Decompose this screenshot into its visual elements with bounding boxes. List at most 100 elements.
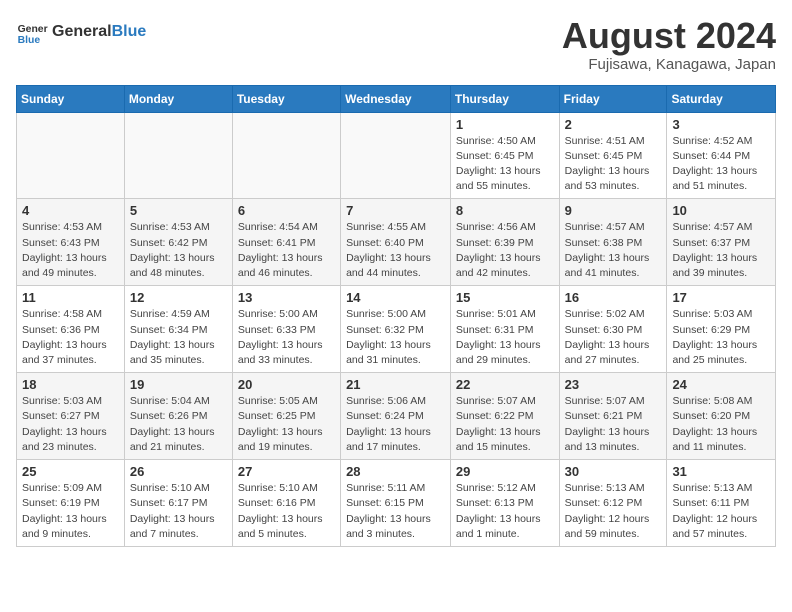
day-number: 14 xyxy=(346,290,445,305)
day-number: 11 xyxy=(22,290,119,305)
day-info: Sunrise: 4:50 AM Sunset: 6:45 PM Dayligh… xyxy=(456,134,554,195)
day-number: 6 xyxy=(238,203,335,218)
day-number: 12 xyxy=(130,290,227,305)
day-info: Sunrise: 5:08 AM Sunset: 6:20 PM Dayligh… xyxy=(672,394,770,455)
day-info: Sunrise: 5:09 AM Sunset: 6:19 PM Dayligh… xyxy=(22,481,119,542)
calendar-cell: 25 Sunrise: 5:09 AM Sunset: 6:19 PM Dayli… xyxy=(17,460,125,547)
calendar-cell: 26 Sunrise: 5:10 AM Sunset: 6:17 PM Dayli… xyxy=(124,460,232,547)
calendar-cell: 27 Sunrise: 5:10 AM Sunset: 6:16 PM Dayli… xyxy=(232,460,340,547)
calendar-cell: 31 Sunrise: 5:13 AM Sunset: 6:11 PM Dayli… xyxy=(667,460,776,547)
day-number: 1 xyxy=(456,117,554,132)
calendar-cell: 28 Sunrise: 5:11 AM Sunset: 6:15 PM Dayli… xyxy=(341,460,451,547)
calendar-cell: 19Sunrise: 5:04 AM Sunset: 6:26 PM Dayli… xyxy=(124,373,232,460)
day-number: 20 xyxy=(238,377,335,392)
day-info: Sunrise: 5:10 AM Sunset: 6:16 PM Dayligh… xyxy=(238,481,335,542)
calendar-cell: 6Sunrise: 4:54 AM Sunset: 6:41 PM Daylig… xyxy=(232,199,340,286)
calendar-week-row: 18Sunrise: 5:03 AM Sunset: 6:27 PM Dayli… xyxy=(17,373,776,460)
calendar-cell xyxy=(17,112,125,199)
calendar-cell: 2 Sunrise: 4:51 AM Sunset: 6:45 PM Daylig… xyxy=(559,112,667,199)
day-info: Sunrise: 5:01 AM Sunset: 6:31 PM Dayligh… xyxy=(456,307,554,368)
calendar-cell: 17 Sunrise: 5:03 AM Sunset: 6:29 PM Dayli… xyxy=(667,286,776,373)
calendar-cell: 24Sunrise: 5:08 AM Sunset: 6:20 PM Dayli… xyxy=(667,373,776,460)
calendar-cell xyxy=(124,112,232,199)
calendar-cell: 23 Sunrise: 5:07 AM Sunset: 6:21 PM Dayli… xyxy=(559,373,667,460)
month-year-title: August 2024 xyxy=(562,16,776,56)
day-info: Sunrise: 4:59 AM Sunset: 6:34 PM Dayligh… xyxy=(130,307,227,368)
day-number: 23 xyxy=(565,377,662,392)
day-info: Sunrise: 5:00 AM Sunset: 6:33 PM Dayligh… xyxy=(238,307,335,368)
day-number: 3 xyxy=(672,117,770,132)
day-info: Sunrise: 5:11 AM Sunset: 6:15 PM Dayligh… xyxy=(346,481,445,542)
day-number: 10 xyxy=(672,203,770,218)
calendar-cell: 11 Sunrise: 4:58 AM Sunset: 6:36 PM Dayli… xyxy=(17,286,125,373)
svg-text:General: General xyxy=(18,24,48,35)
day-number: 13 xyxy=(238,290,335,305)
day-info: Sunrise: 5:03 AM Sunset: 6:27 PM Dayligh… xyxy=(22,394,119,455)
calendar-week-row: 25 Sunrise: 5:09 AM Sunset: 6:19 PM Dayli… xyxy=(17,460,776,547)
header-tuesday: Tuesday xyxy=(232,85,340,112)
day-info: Sunrise: 5:13 AM Sunset: 6:12 PM Dayligh… xyxy=(565,481,662,542)
day-number: 9 xyxy=(565,203,662,218)
day-info: Sunrise: 4:51 AM Sunset: 6:45 PM Dayligh… xyxy=(565,134,662,195)
calendar-table: SundayMondayTuesdayWednesdayThursdayFrid… xyxy=(16,85,776,547)
logo-icon: General Blue xyxy=(16,16,48,48)
calendar-header-row: SundayMondayTuesdayWednesdayThursdayFrid… xyxy=(17,85,776,112)
day-info: Sunrise: 5:07 AM Sunset: 6:22 PM Dayligh… xyxy=(456,394,554,455)
day-number: 22 xyxy=(456,377,554,392)
calendar-cell: 4 Sunrise: 4:53 AM Sunset: 6:43 PM Daylig… xyxy=(17,199,125,286)
day-info: Sunrise: 5:10 AM Sunset: 6:17 PM Dayligh… xyxy=(130,481,227,542)
calendar-cell: 8Sunrise: 4:56 AM Sunset: 6:39 PM Daylig… xyxy=(450,199,559,286)
location-subtitle: Fujisawa, Kanagawa, Japan xyxy=(562,56,776,73)
calendar-week-row: 11 Sunrise: 4:58 AM Sunset: 6:36 PM Dayli… xyxy=(17,286,776,373)
day-info: Sunrise: 4:53 AM Sunset: 6:43 PM Dayligh… xyxy=(22,220,119,281)
svg-text:Blue: Blue xyxy=(18,35,41,46)
day-number: 31 xyxy=(672,464,770,479)
calendar-cell: 12 Sunrise: 4:59 AM Sunset: 6:34 PM Dayli… xyxy=(124,286,232,373)
day-info: Sunrise: 5:06 AM Sunset: 6:24 PM Dayligh… xyxy=(346,394,445,455)
calendar-cell: 1 Sunrise: 4:50 AM Sunset: 6:45 PM Daylig… xyxy=(450,112,559,199)
day-number: 8 xyxy=(456,203,554,218)
day-info: Sunrise: 4:58 AM Sunset: 6:36 PM Dayligh… xyxy=(22,307,119,368)
calendar-cell: 21 Sunrise: 5:06 AM Sunset: 6:24 PM Dayli… xyxy=(341,373,451,460)
day-info: Sunrise: 5:00 AM Sunset: 6:32 PM Dayligh… xyxy=(346,307,445,368)
day-number: 16 xyxy=(565,290,662,305)
day-number: 27 xyxy=(238,464,335,479)
day-number: 21 xyxy=(346,377,445,392)
calendar-cell: 3 Sunrise: 4:52 AM Sunset: 6:44 PM Daylig… xyxy=(667,112,776,199)
header-friday: Friday xyxy=(559,85,667,112)
calendar-cell: 9 Sunrise: 4:57 AM Sunset: 6:38 PM Daylig… xyxy=(559,199,667,286)
day-info: Sunrise: 5:05 AM Sunset: 6:25 PM Dayligh… xyxy=(238,394,335,455)
day-number: 4 xyxy=(22,203,119,218)
header-sunday: Sunday xyxy=(17,85,125,112)
calendar-cell: 22 Sunrise: 5:07 AM Sunset: 6:22 PM Dayli… xyxy=(450,373,559,460)
day-number: 28 xyxy=(346,464,445,479)
day-info: Sunrise: 5:07 AM Sunset: 6:21 PM Dayligh… xyxy=(565,394,662,455)
day-info: Sunrise: 4:52 AM Sunset: 6:44 PM Dayligh… xyxy=(672,134,770,195)
day-info: Sunrise: 4:57 AM Sunset: 6:38 PM Dayligh… xyxy=(565,220,662,281)
calendar-cell: 7Sunrise: 4:55 AM Sunset: 6:40 PM Daylig… xyxy=(341,199,451,286)
calendar-cell xyxy=(341,112,451,199)
page-header: General Blue GeneralBlue August 2024 Fuj… xyxy=(16,16,776,73)
day-number: 30 xyxy=(565,464,662,479)
calendar-cell: 29Sunrise: 5:12 AM Sunset: 6:13 PM Dayli… xyxy=(450,460,559,547)
day-number: 26 xyxy=(130,464,227,479)
calendar-week-row: 4 Sunrise: 4:53 AM Sunset: 6:43 PM Daylig… xyxy=(17,199,776,286)
calendar-cell: 18Sunrise: 5:03 AM Sunset: 6:27 PM Dayli… xyxy=(17,373,125,460)
day-info: Sunrise: 5:03 AM Sunset: 6:29 PM Dayligh… xyxy=(672,307,770,368)
day-info: Sunrise: 4:55 AM Sunset: 6:40 PM Dayligh… xyxy=(346,220,445,281)
calendar-cell xyxy=(232,112,340,199)
day-info: Sunrise: 5:12 AM Sunset: 6:13 PM Dayligh… xyxy=(456,481,554,542)
calendar-cell: 20 Sunrise: 5:05 AM Sunset: 6:25 PM Dayli… xyxy=(232,373,340,460)
day-number: 19 xyxy=(130,377,227,392)
day-info: Sunrise: 4:57 AM Sunset: 6:37 PM Dayligh… xyxy=(672,220,770,281)
logo: General Blue GeneralBlue xyxy=(16,16,146,48)
day-number: 2 xyxy=(565,117,662,132)
day-number: 15 xyxy=(456,290,554,305)
day-info: Sunrise: 5:02 AM Sunset: 6:30 PM Dayligh… xyxy=(565,307,662,368)
day-number: 25 xyxy=(22,464,119,479)
calendar-cell: 16 Sunrise: 5:02 AM Sunset: 6:30 PM Dayli… xyxy=(559,286,667,373)
day-number: 17 xyxy=(672,290,770,305)
calendar-cell: 14 Sunrise: 5:00 AM Sunset: 6:32 PM Dayli… xyxy=(341,286,451,373)
calendar-cell: 30 Sunrise: 5:13 AM Sunset: 6:12 PM Dayli… xyxy=(559,460,667,547)
day-info: Sunrise: 5:13 AM Sunset: 6:11 PM Dayligh… xyxy=(672,481,770,542)
